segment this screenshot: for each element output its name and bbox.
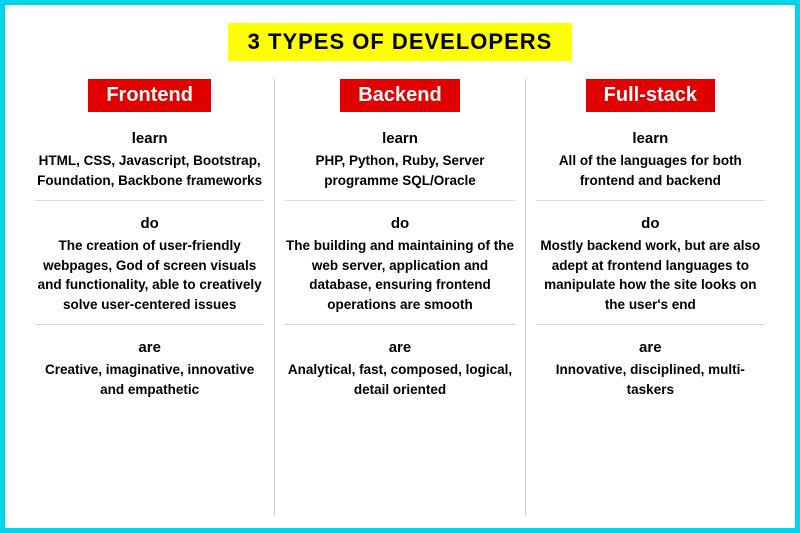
frontend-are-content: Creative, imaginative, innovative and em… [35,360,264,399]
fullstack-divider-1 [536,200,765,201]
fullstack-are-label: are [639,339,662,356]
frontend-header: Frontend [88,79,211,112]
frontend-are-label: are [138,339,161,356]
fullstack-learn-content: All of the languages for both frontend a… [536,151,765,190]
frontend-learn-label: learn [132,130,168,147]
fullstack-do-content: Mostly backend work, but are also adept … [536,236,765,314]
backend-learn-label: learn [382,130,418,147]
frontend-do-content: The creation of user-friendly webpages, … [35,236,264,314]
frontend-learn-content: HTML, CSS, Javascript, Bootstrap, Founda… [35,151,264,190]
backend-are-content: Analytical, fast, composed, logical, det… [285,360,514,399]
backend-divider-2 [285,324,514,325]
frontend-column: Frontend learn HTML, CSS, Javascript, Bo… [25,79,275,516]
backend-column: Backend learn PHP, Python, Ruby, Server … [275,79,525,516]
fullstack-column: Full-stack learn All of the languages fo… [526,79,775,516]
fullstack-are-content: Innovative, disciplined, multi-taskers [536,360,765,399]
fullstack-header: Full-stack [586,79,715,112]
page-title: 3 TYPES OF DEVELOPERS [228,23,573,61]
backend-do-label: do [391,215,409,232]
page-container: 3 TYPES OF DEVELOPERS Frontend learn HTM… [0,0,800,533]
frontend-divider-1 [35,200,264,201]
backend-do-content: The building and maintaining of the web … [285,236,514,314]
backend-are-label: are [389,339,412,356]
fullstack-learn-label: learn [632,130,668,147]
frontend-do-label: do [141,215,159,232]
columns-container: Frontend learn HTML, CSS, Javascript, Bo… [25,79,775,516]
backend-learn-content: PHP, Python, Ruby, Server programme SQL/… [285,151,514,190]
fullstack-do-label: do [641,215,659,232]
fullstack-divider-2 [536,324,765,325]
backend-header: Backend [340,79,459,112]
backend-divider-1 [285,200,514,201]
frontend-divider-2 [35,324,264,325]
